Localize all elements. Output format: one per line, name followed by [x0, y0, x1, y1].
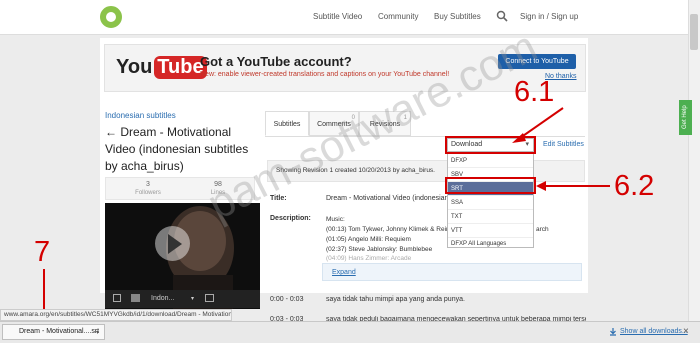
subtitle-time: 0:00 - 0:03 [270, 296, 304, 303]
edit-subtitles-link[interactable]: Edit Subtitles [543, 141, 584, 148]
search-icon[interactable] [496, 10, 508, 22]
download-item[interactable]: Dream - Motivational....srt [2, 324, 105, 340]
title-value: Dream - Motivational Video (indonesian s… [326, 195, 464, 202]
annotation-label-7: 7 [34, 236, 51, 268]
download-shelf [0, 321, 700, 343]
followers-label: Followers [135, 190, 161, 196]
volume-icon[interactable] [131, 294, 140, 302]
video-control-bar: Indon... ▾ [105, 290, 260, 308]
format-option-vtt[interactable]: VTT [448, 223, 533, 237]
description-line: (04:09) Hans Zimmer: Arcade [326, 255, 412, 262]
description-line: Music: [326, 216, 345, 223]
nav-sign-in[interactable]: Sign in / Sign up [520, 12, 578, 21]
annotation-label-6-1: 6.1 [514, 76, 555, 108]
scrollbar-thumb[interactable] [690, 14, 698, 50]
get-help-tab[interactable]: Get Help [679, 100, 692, 135]
nav-community[interactable]: Community [378, 12, 418, 21]
status-url: www.amara.org/en/subtitles/WC51MYVGkdb/i… [0, 309, 232, 321]
chevron-down-icon: ▾ [191, 296, 195, 302]
highlight-srt-option [445, 177, 536, 194]
format-option-txt[interactable]: TXT [448, 209, 533, 223]
download-arrow-icon [610, 328, 616, 336]
download-format-menu: DFXP SBV SRT SSA TXT VTT DFXP All Langua… [447, 152, 534, 248]
youtube-banner-title: Got a YouTube account? [200, 54, 352, 69]
subtitle-text: saya tidak tahu mimpi apa yang anda puny… [326, 296, 465, 303]
chevron-down-icon[interactable]: ▾ [96, 329, 99, 336]
subtitle-language-select[interactable]: Indon... [151, 295, 174, 302]
expand-box [322, 263, 582, 281]
description-line: (00:13) Tom Tykwer, Johnny Klimek & Rein [326, 226, 450, 233]
annotation-label-6-2: 6.2 [614, 170, 655, 202]
nav-subtitle-video[interactable]: Subtitle Video [313, 12, 362, 21]
format-option-dfxp-all[interactable]: DFXP All Languages [448, 237, 533, 249]
format-option-ssa[interactable]: SSA [448, 195, 533, 209]
highlight-download-select [445, 136, 536, 154]
description-line: (02:37) Steve Jablonsky: Bumblebee [326, 246, 433, 253]
description-line: (01:05) Angelo Milli: Requiem [326, 236, 411, 243]
nav-buy-subtitles[interactable]: Buy Subtitles [434, 12, 481, 21]
fullscreen-icon[interactable] [205, 294, 214, 302]
expand-link[interactable]: Expand [332, 269, 356, 276]
description-tail: arch [536, 226, 549, 233]
youtube-logo: You Tube [116, 56, 207, 79]
language-link[interactable]: Indonesian subtitles [105, 111, 176, 120]
cc-icon[interactable] [113, 294, 121, 302]
play-icon [168, 234, 182, 254]
description-label: Description: [270, 215, 311, 222]
show-all-downloads-link[interactable]: Show all downloads... [620, 328, 688, 335]
tab-subtitles[interactable]: Subtitles [265, 111, 309, 136]
amara-logo[interactable] [100, 6, 122, 28]
followers-count: 3 [146, 181, 150, 188]
close-icon[interactable]: × [683, 326, 689, 337]
format-option-dfxp[interactable]: DFXP [448, 153, 533, 167]
